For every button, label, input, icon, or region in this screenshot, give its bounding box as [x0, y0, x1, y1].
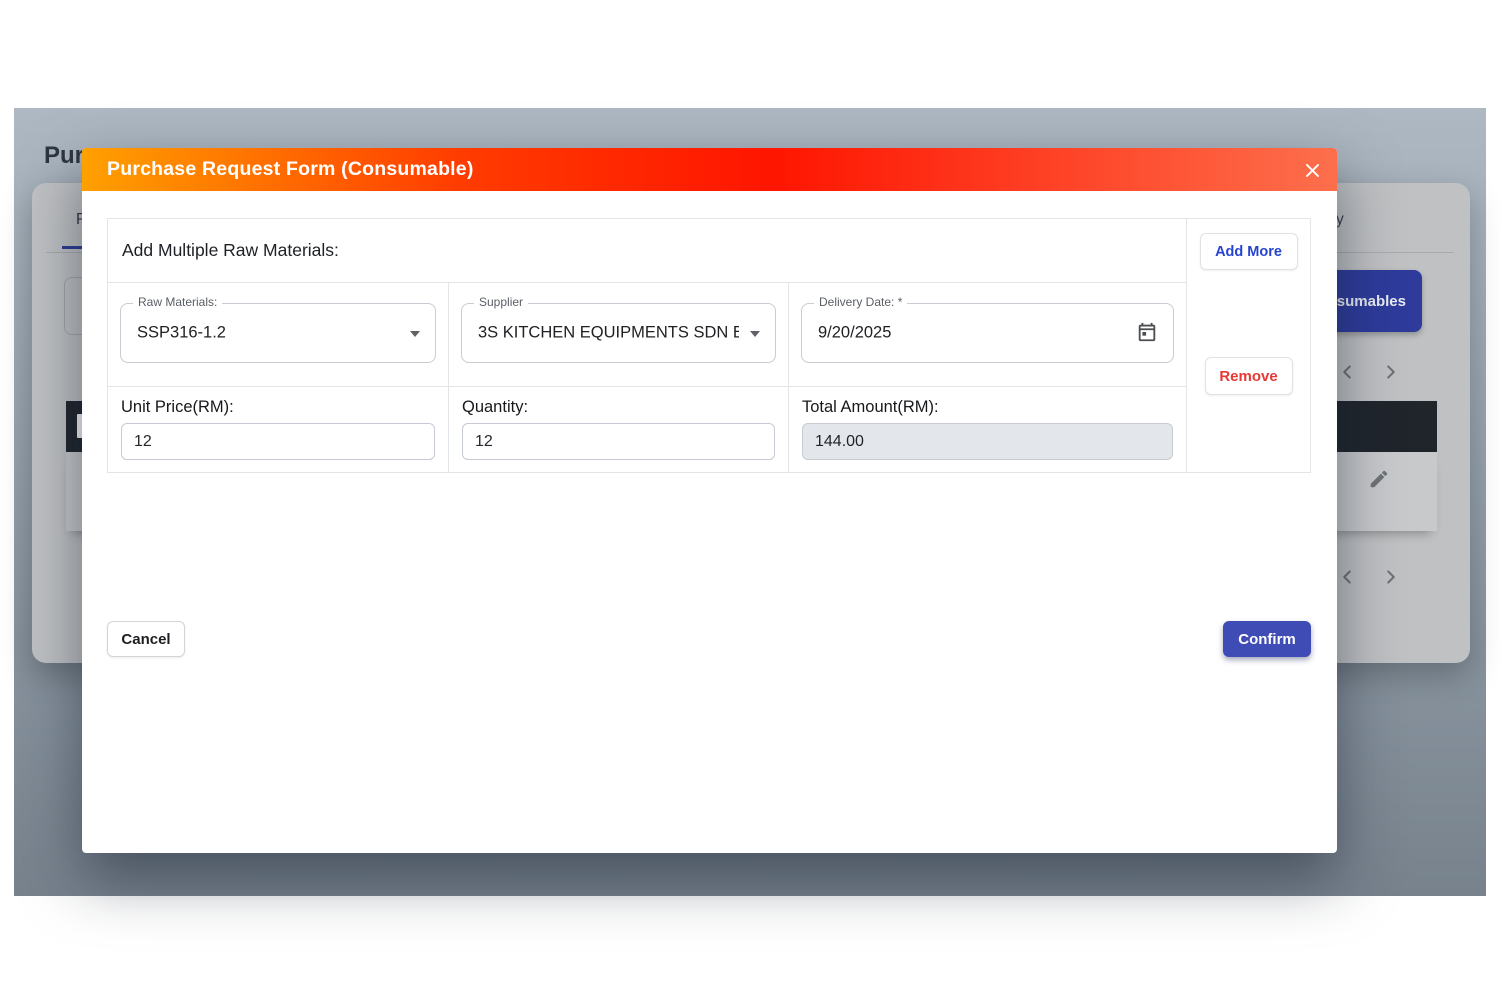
- supplier-select[interactable]: Supplier 3S KITCHEN EQUIPMENTS SDN B...: [461, 303, 776, 363]
- page-title: Pur: [44, 142, 84, 170]
- pagination-next-icon[interactable]: [1379, 360, 1403, 384]
- purchase-request-modal: Purchase Request Form (Consumable) Add M…: [82, 148, 1337, 853]
- delivery-date-value: 9/20/2025: [818, 324, 891, 343]
- close-icon[interactable]: [1299, 157, 1325, 183]
- unit-price-label: Unit Price(RM):: [121, 398, 448, 417]
- total-amount-label: Total Amount(RM):: [802, 398, 1186, 417]
- raw-materials-form: Add Multiple Raw Materials: Add More Rem…: [107, 218, 1311, 473]
- raw-materials-label: Raw Materials:: [133, 295, 222, 309]
- row-actions-cell: Add More Remove: [1186, 219, 1310, 472]
- confirm-button[interactable]: Confirm: [1223, 621, 1311, 657]
- pagination-next-icon[interactable]: [1379, 565, 1403, 589]
- dropdown-caret-icon: [750, 331, 760, 337]
- delivery-date-field[interactable]: Delivery Date: * 9/20/2025: [801, 303, 1174, 363]
- remove-button[interactable]: Remove: [1205, 357, 1293, 395]
- consumables-button-label: sumables: [1337, 293, 1406, 310]
- screen: Pur P y S sumables: [0, 0, 1500, 1000]
- modal-header: Purchase Request Form (Consumable): [82, 148, 1337, 191]
- modal-title: Purchase Request Form (Consumable): [107, 158, 474, 181]
- calendar-icon[interactable]: [1135, 321, 1159, 345]
- pagination-prev-icon[interactable]: [1335, 360, 1359, 384]
- quantity-input[interactable]: [462, 423, 775, 460]
- raw-materials-value: SSP316-1.2: [137, 324, 226, 343]
- cancel-button[interactable]: Cancel: [107, 621, 185, 657]
- delivery-date-label: Delivery Date: *: [814, 295, 907, 309]
- tab-history[interactable]: y: [1336, 211, 1344, 229]
- dropdown-caret-icon: [410, 331, 420, 337]
- supplier-value: 3S KITCHEN EQUIPMENTS SDN B...: [478, 324, 739, 343]
- unit-price-input[interactable]: [121, 423, 435, 460]
- section-label: Add Multiple Raw Materials:: [108, 219, 1186, 283]
- pagination-prev-icon[interactable]: [1335, 565, 1359, 589]
- add-more-button[interactable]: Add More: [1200, 233, 1298, 270]
- supplier-label: Supplier: [474, 295, 528, 309]
- raw-materials-select[interactable]: Raw Materials: SSP316-1.2: [120, 303, 436, 363]
- edit-icon[interactable]: [1368, 468, 1392, 492]
- total-amount-input: [802, 423, 1173, 460]
- quantity-label: Quantity:: [462, 398, 788, 417]
